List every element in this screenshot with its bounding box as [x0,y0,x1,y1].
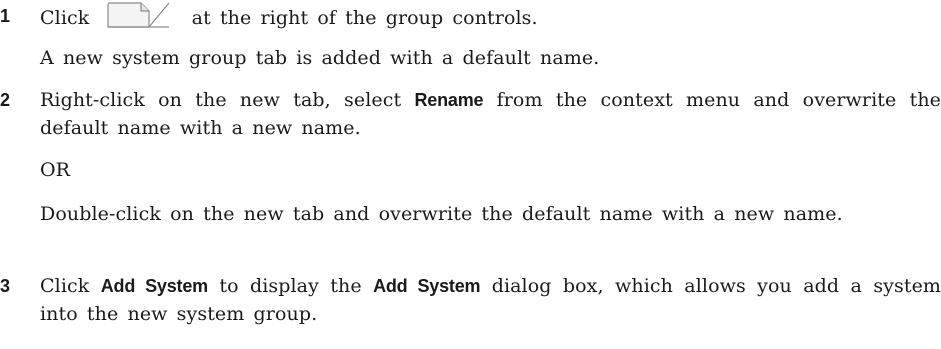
step-number: 3 [0,276,11,296]
step-2-or: OR [40,159,71,181]
step-number: 2 [0,90,11,110]
step-1-instruction: Click at the right of the group controls… [40,2,941,32]
step-1-text-pre: Click [40,7,90,29]
step-1-text-post: at the right of the group controls. [191,7,538,29]
document-page: 1 Click at the right of the group contro… [0,0,941,349]
step-3-instruction: Click Add System to display the Add Syst… [40,272,941,328]
step-2-alternative: Double-click on the new tab and overwrit… [40,203,843,225]
step-2-instruction: Right-click on the new tab, select Renam… [40,86,941,142]
add-system-term: Add System [100,276,208,296]
new-tab-icon [106,2,171,28]
step-number: 1 [0,6,11,26]
step-3-text-mid: to display the [219,275,362,297]
step-2-text-pre: Right-click on the new tab, select [40,89,402,111]
add-system-dialog-term: Add System [373,276,481,296]
rename-menu-term: Rename [414,90,484,110]
step-1-result: A new system group tab is added with a d… [40,47,600,69]
step-3-text-pre: Click [40,275,90,297]
